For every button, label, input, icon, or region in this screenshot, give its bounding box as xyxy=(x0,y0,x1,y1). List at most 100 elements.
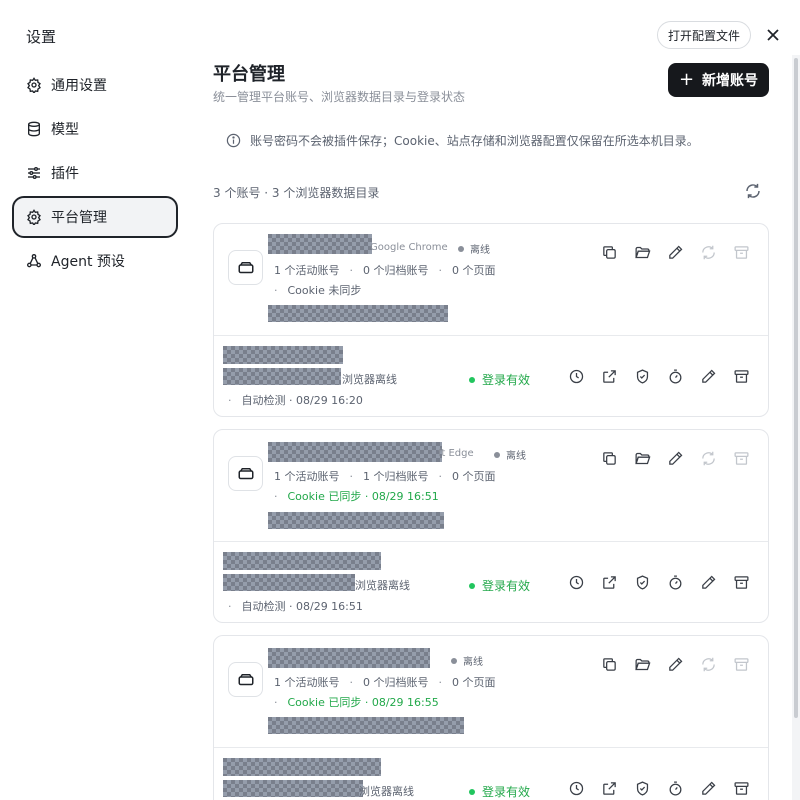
status-dot xyxy=(469,376,475,383)
sidebar-item-label: Agent 预设 xyxy=(51,254,125,270)
sidebar-item-agent[interactable]: Agent 预设 xyxy=(12,240,178,282)
archive-icon[interactable] xyxy=(733,574,750,591)
edit-icon[interactable] xyxy=(700,780,717,797)
sidebar-item-label: 插件 xyxy=(51,166,79,182)
shield-check-icon[interactable] xyxy=(634,368,651,385)
browser-state: 浏览器离线 xyxy=(359,785,414,798)
account-row: 浏览器离线 登录有效 · 自动检测 · 08/29 16:51 xyxy=(214,542,768,622)
redacted-profile-path xyxy=(268,512,444,529)
edit-icon[interactable] xyxy=(667,450,684,467)
pages-count: 0 个页面 xyxy=(452,676,496,689)
status-text: 离线 xyxy=(470,245,490,256)
auto-check-text: 自动检测 · 08/29 16:20 xyxy=(241,394,363,407)
settings-dialog: 设置 通用设置 模型 插件 平台管理 Agent 预设 打开配置文件 平台管理 … xyxy=(0,0,800,800)
redacted-profile-name xyxy=(268,442,442,462)
close-icon[interactable] xyxy=(763,25,783,45)
settings-sidebar: 设置 通用设置 模型 插件 平台管理 Agent 预设 xyxy=(0,0,190,800)
shield-check-icon[interactable] xyxy=(634,574,651,591)
external-link-icon[interactable] xyxy=(601,368,618,385)
profile-stats: 1 个活动账号 · 1 个归档账号 · 0 个页面 xyxy=(274,468,496,484)
profile-actions xyxy=(585,244,750,261)
cookie-text: Cookie 未同步 xyxy=(287,284,362,297)
redacted-profile-name xyxy=(268,648,430,668)
refresh-icon[interactable] xyxy=(744,182,762,200)
profile-header: Google Chrome 离线 1 个活动账号 · 0 个归档账号 · 0 个页面 ·… xyxy=(214,224,768,336)
archived-accounts: 0 个归档账号 xyxy=(363,676,429,689)
edit-icon[interactable] xyxy=(667,244,684,261)
copy-icon[interactable] xyxy=(601,656,618,673)
timer-icon[interactable] xyxy=(667,574,684,591)
profile-header: 离线 1 个活动账号 · 0 个归档账号 · 0 个页面 · Cookie 已同步 · 0… xyxy=(214,636,768,748)
clock-icon[interactable] xyxy=(568,574,585,591)
browser-state: 浏览器离线 xyxy=(355,579,410,592)
profile-card: ft Edge 离线 1 个活动账号 · 1 个归档账号 · 0 个页面 · Cookie… xyxy=(213,429,769,623)
status-offline: 离线 xyxy=(458,241,490,256)
sidebar-item-label: 模型 xyxy=(51,122,79,138)
login-status: 登录有效 xyxy=(469,371,530,388)
cookie-status: · Cookie 已同步 · 08/29 16:51 xyxy=(274,488,439,504)
separator: · xyxy=(438,264,443,277)
profile-stats: 1 个活动账号 · 0 个归档账号 · 0 个页面 xyxy=(274,674,496,690)
profile-actions xyxy=(585,656,750,673)
gear-icon xyxy=(27,209,41,225)
external-link-icon[interactable] xyxy=(601,780,618,797)
edit-icon[interactable] xyxy=(667,656,684,673)
external-link-icon[interactable] xyxy=(601,574,618,591)
sidebar-item-models[interactable]: 模型 xyxy=(12,108,178,150)
separator: · xyxy=(438,676,443,689)
archived-accounts: 1 个归档账号 xyxy=(363,470,429,483)
separator: · xyxy=(228,600,232,613)
add-account-button[interactable]: + 新增账号 xyxy=(668,63,769,97)
sync-icon xyxy=(702,451,715,466)
separator: · xyxy=(274,284,278,297)
folder-open-icon[interactable] xyxy=(634,656,651,673)
profile-card: 离线 1 个活动账号 · 0 个归档账号 · 0 个页面 · Cookie 已同步 · 0… xyxy=(213,635,769,800)
account-actions xyxy=(552,780,750,797)
drive-icon-box xyxy=(228,662,263,697)
privacy-notice: 账号密码不会被插件保存；Cookie、站点存储和浏览器配置仅保留在所选本机目录。 xyxy=(226,132,699,149)
redacted-profile-name xyxy=(268,234,372,254)
copy-icon[interactable] xyxy=(601,450,618,467)
shield-check-icon[interactable] xyxy=(634,780,651,797)
redacted-account-name xyxy=(223,758,381,776)
sidebar-item-label: 平台管理 xyxy=(51,210,107,226)
cookie-text: Cookie 已同步 · 08/29 16:55 xyxy=(287,696,439,709)
add-account-label: 新增账号 xyxy=(702,73,759,89)
archive-icon xyxy=(734,452,749,465)
plus-icon: + xyxy=(678,69,695,90)
sidebar-item-general[interactable]: 通用设置 xyxy=(12,64,178,106)
copy-icon[interactable] xyxy=(601,244,618,261)
status-offline: 离线 xyxy=(494,447,526,462)
gear-icon xyxy=(27,77,41,93)
cookie-status: · Cookie 未同步 xyxy=(274,282,361,298)
open-config-button[interactable]: 打开配置文件 xyxy=(657,21,751,49)
scrollbar-thumb[interactable] xyxy=(794,58,798,718)
sidebar-item-plugins[interactable]: 插件 xyxy=(12,152,178,194)
clock-icon[interactable] xyxy=(568,368,585,385)
folder-open-icon[interactable] xyxy=(634,244,651,261)
browser-state: 浏览器离线 xyxy=(342,373,397,386)
profile-card: Google Chrome 离线 1 个活动账号 · 0 个归档账号 · 0 个页面 ·… xyxy=(213,223,769,417)
edit-icon[interactable] xyxy=(700,368,717,385)
timer-icon[interactable] xyxy=(667,780,684,797)
timer-icon[interactable] xyxy=(667,368,684,385)
archive-icon[interactable] xyxy=(733,368,750,385)
redacted-account-id xyxy=(223,574,355,591)
separator: · xyxy=(274,490,278,503)
clock-icon[interactable] xyxy=(568,780,585,797)
status-dot xyxy=(451,657,457,664)
folder-open-icon[interactable] xyxy=(634,450,651,467)
login-status-text: 登录有效 xyxy=(482,373,531,387)
redacted-account-id xyxy=(223,780,363,797)
page-subtitle: 统一管理平台账号、浏览器数据目录与登录状态 xyxy=(213,90,466,104)
redacted-account-name xyxy=(223,552,381,570)
drive-icon-box xyxy=(228,456,263,491)
active-accounts: 1 个活动账号 xyxy=(274,676,340,689)
profile-stats: 1 个活动账号 · 0 个归档账号 · 0 个页面 xyxy=(274,262,496,278)
account-row: 浏览器离线 登录有效 xyxy=(214,748,768,800)
archive-icon[interactable] xyxy=(733,780,750,797)
sidebar-item-platform[interactable]: 平台管理 xyxy=(12,196,178,238)
sync-icon xyxy=(702,245,715,260)
archived-accounts: 0 个归档账号 xyxy=(363,264,429,277)
edit-icon[interactable] xyxy=(700,574,717,591)
